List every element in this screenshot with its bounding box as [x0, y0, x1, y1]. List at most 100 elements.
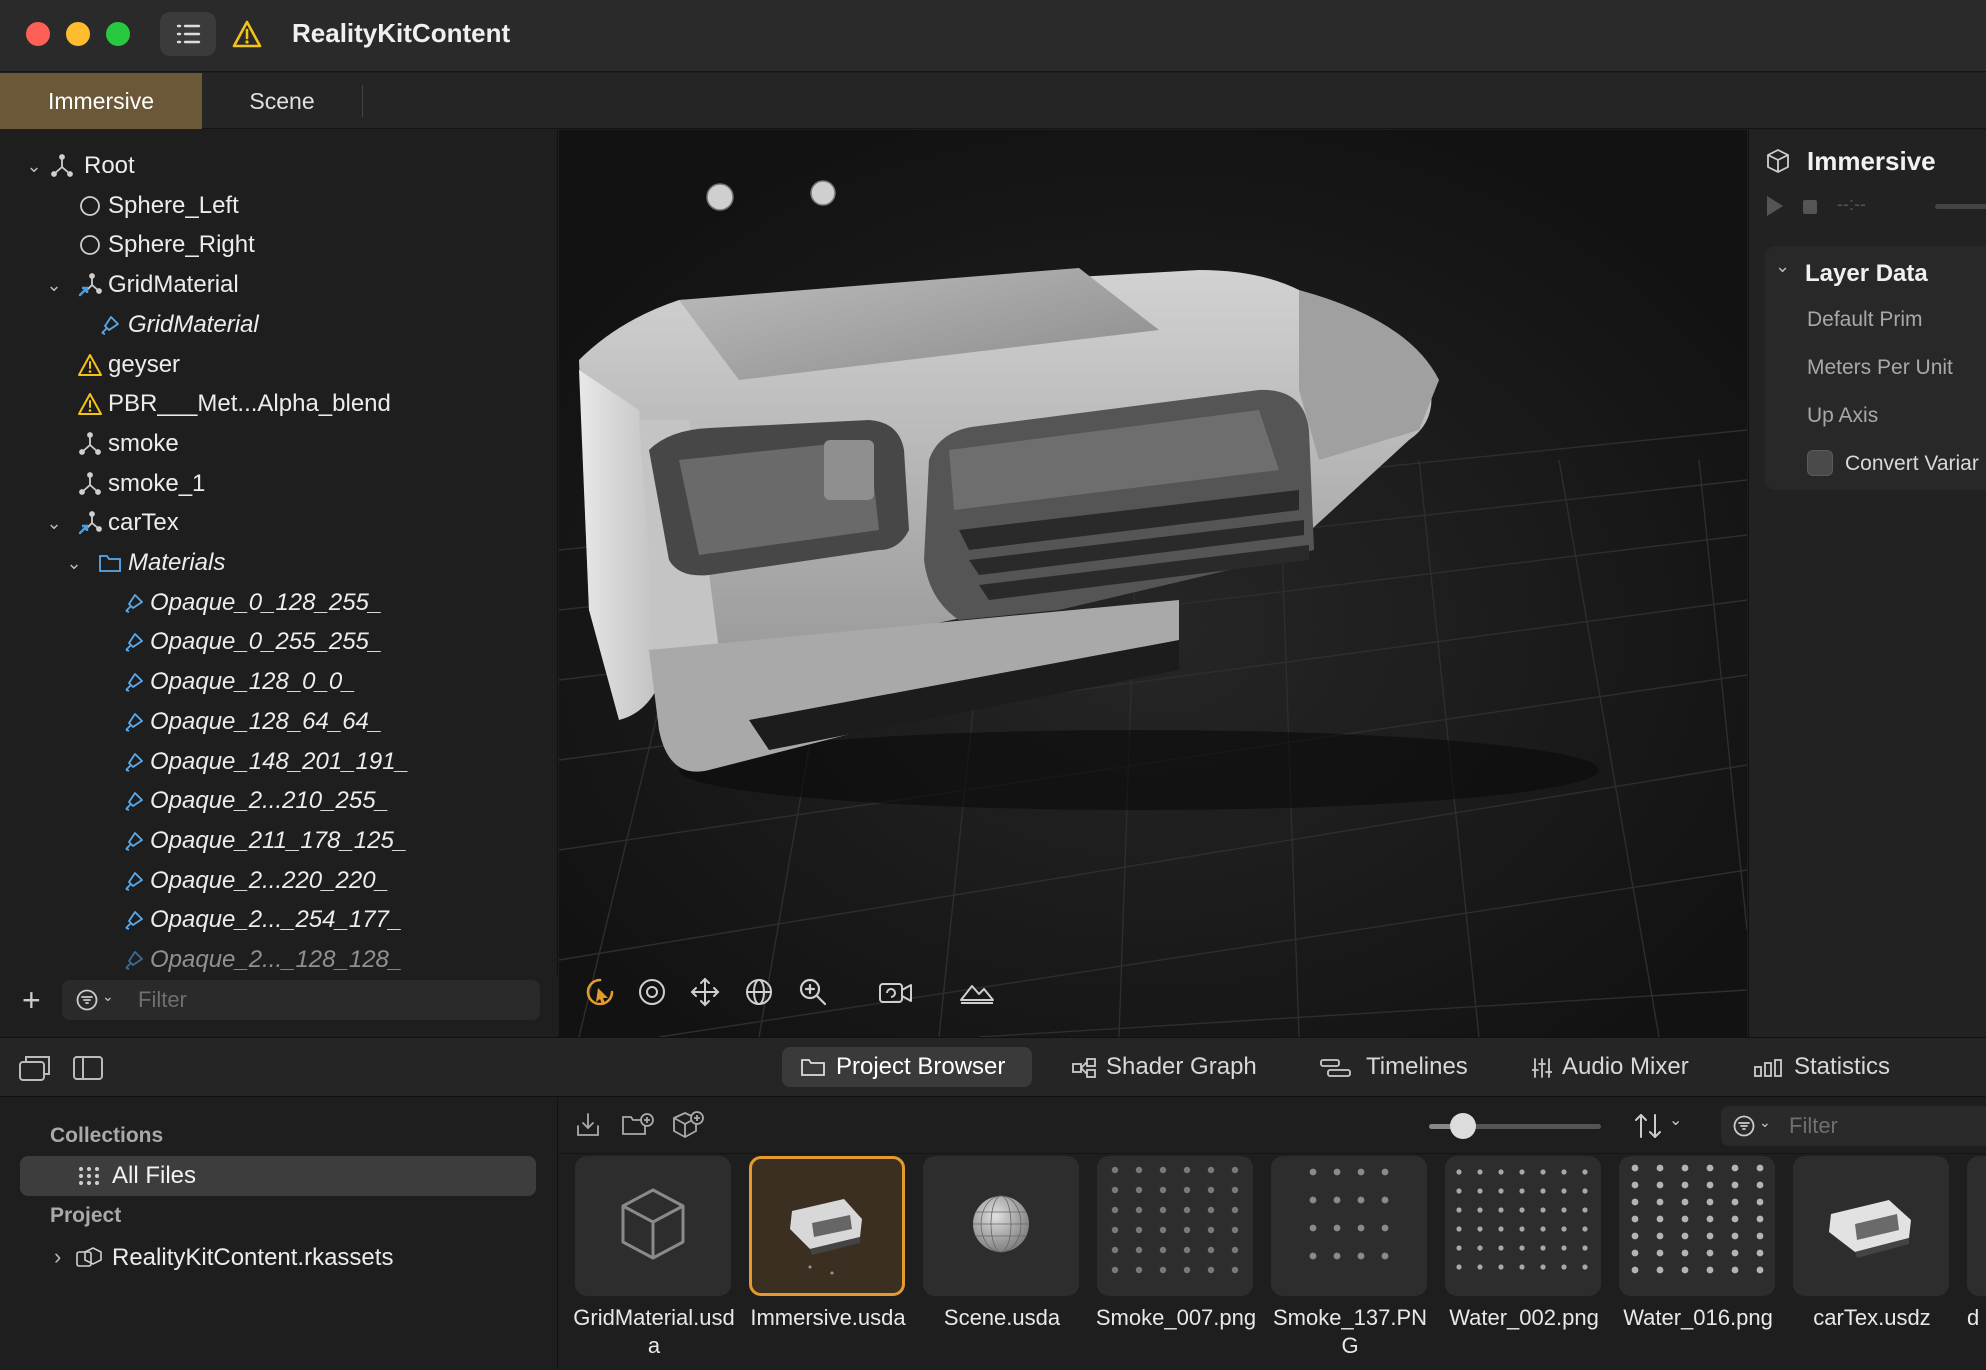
document-tab-bar: Immersive Scene	[0, 73, 1986, 129]
outliner-row[interactable]: Opaque_128_0_0_	[0, 662, 557, 702]
tab-shader-graph[interactable]: Shader Graph	[1072, 1047, 1272, 1087]
asset-tile-selected[interactable]: Immersive.usda	[749, 1156, 907, 1370]
rkassets-icon	[76, 1247, 102, 1267]
slider-knob[interactable]	[1450, 1113, 1477, 1139]
outliner-row[interactable]: Sphere_Right	[0, 225, 557, 265]
asset-tile[interactable]: carTex.usdz	[1793, 1156, 1951, 1370]
asset-thumbnail	[1967, 1156, 1986, 1296]
new-folder-icon[interactable]	[621, 1112, 655, 1138]
collections-heading: Collections	[50, 1124, 164, 1147]
select-tool-icon[interactable]	[584, 976, 616, 1008]
asset-tile[interactable]: Water_002.png	[1445, 1156, 1603, 1370]
chevron-down-icon[interactable]: ⌄	[44, 503, 64, 543]
car-thumbnail-icon	[1829, 1200, 1911, 1258]
zoom-tool-icon[interactable]	[797, 976, 829, 1008]
chevron-right-icon[interactable]: ›	[54, 1244, 61, 1270]
outliner-row[interactable]: ⌄ Materials	[0, 543, 557, 583]
asset-thumbnail	[1445, 1156, 1601, 1296]
outliner-row[interactable]: Opaque_0_128_255_	[0, 583, 557, 623]
chevron-down-icon[interactable]: ⌄	[1669, 1110, 1682, 1130]
rotate-tool-icon[interactable]	[743, 976, 775, 1008]
asset-tile[interactable]: Scene.usda	[923, 1156, 1081, 1370]
outliner-row[interactable]: smoke_1	[0, 464, 557, 504]
asset-tile[interactable]: Smoke_137.PNG	[1271, 1156, 1429, 1370]
outliner-row[interactable]: smoke	[0, 424, 557, 464]
move-tool-icon[interactable]	[689, 976, 721, 1008]
outliner-row[interactable]: Opaque_128_64_64_	[0, 702, 557, 742]
meters-per-unit-label: Meters Per Unit	[1807, 356, 1953, 379]
outliner-row[interactable]: Opaque_2...220_220_	[0, 861, 557, 901]
up-axis-label: Up Axis	[1807, 404, 1879, 427]
outliner-item-label: Sphere_Right	[108, 231, 255, 259]
outliner-item-label: Opaque_2...220_220_	[150, 866, 389, 894]
chevron-down-icon[interactable]: ⌄	[24, 146, 44, 186]
tab-timelines[interactable]: Timelines	[1320, 1047, 1480, 1087]
browser-filter-field[interactable]: ⌄ Filter	[1721, 1106, 1986, 1146]
viewport-scene	[559, 130, 1747, 1037]
orbit-tool-icon[interactable]	[636, 976, 668, 1008]
3d-viewport[interactable]	[559, 130, 1747, 1037]
sidebar-item-all-files[interactable]: All Files	[20, 1156, 536, 1196]
smoke-sprites-thumbnail-icon	[1111, 1166, 1239, 1274]
filter-icon[interactable]	[76, 989, 98, 1011]
tab-audio-mixer[interactable]: Audio Mixer	[1532, 1047, 1712, 1087]
outliner-row[interactable]: Opaque_148_201_191_	[0, 742, 557, 782]
timeline-scrubber[interactable]	[1935, 204, 1986, 209]
outliner-row[interactable]: Sphere_Left	[0, 186, 557, 226]
chevron-down-icon[interactable]: ⌄	[102, 988, 114, 1005]
asset-tile[interactable]: d	[1967, 1156, 1986, 1370]
add-scene-icon[interactable]	[671, 1110, 705, 1140]
outliner-item-label: smoke	[108, 429, 179, 457]
outliner-row[interactable]: Opaque_0_255_255_	[0, 622, 557, 662]
entity-icon	[51, 154, 73, 177]
windows-icon[interactable]	[18, 1054, 52, 1082]
stop-icon[interactable]	[1803, 200, 1817, 214]
tab-scene[interactable]: Scene	[202, 73, 362, 129]
outliner-row[interactable]: Opaque_211_178_125_	[0, 821, 557, 861]
convert-variants-checkbox[interactable]	[1807, 450, 1833, 476]
camera-icon[interactable]	[877, 976, 915, 1008]
zoom-window-button[interactable]	[106, 22, 130, 46]
asset-thumbnail	[923, 1156, 1079, 1296]
chevron-down-icon[interactable]: ⌄	[44, 265, 64, 305]
outliner-row[interactable]: geyser	[0, 345, 557, 385]
folder-icon	[801, 1059, 825, 1076]
play-icon[interactable]	[1767, 196, 1783, 216]
warning-icon[interactable]	[232, 20, 262, 48]
chevron-down-icon[interactable]: ⌄	[1775, 256, 1790, 277]
tab-immersive[interactable]: Immersive	[0, 73, 202, 129]
material-icon	[125, 871, 143, 891]
environment-icon[interactable]	[958, 976, 996, 1008]
tab-project-browser[interactable]: Project Browser	[782, 1047, 1032, 1087]
convert-variants-label: Convert Variar	[1845, 452, 1979, 475]
outliner-row[interactable]: ⌄ Root	[0, 146, 557, 186]
tab-statistics[interactable]: Statistics	[1754, 1047, 1914, 1087]
asset-tile[interactable]: GridMaterial.usda	[573, 1156, 735, 1370]
sort-icon[interactable]	[1633, 1112, 1665, 1140]
minimize-window-button[interactable]	[66, 22, 90, 46]
add-entity-button[interactable]: +	[22, 984, 41, 1016]
close-window-button[interactable]	[26, 22, 50, 46]
asset-name: d	[1967, 1305, 1980, 1330]
outliner-row[interactable]: Opaque_2..._254_177_	[0, 900, 557, 940]
sidebar-icon[interactable]	[72, 1054, 104, 1082]
thumbnail-size-slider[interactable]	[1429, 1113, 1601, 1139]
outliner-filter-field[interactable]: ⌄ Filter	[62, 980, 540, 1020]
outliner-row[interactable]: Opaque_2...210_255_	[0, 781, 557, 821]
outliner-row[interactable]: ⌄ carTex	[0, 503, 557, 543]
sidebar-item-label: All Files	[112, 1162, 197, 1189]
sidebar-item-rkassets[interactable]: › RealityKitContent.rkassets	[20, 1238, 536, 1278]
asset-tile[interactable]: Water_016.png	[1619, 1156, 1777, 1370]
layer-data-heading[interactable]: Layer Data	[1805, 260, 1928, 288]
chevron-down-icon[interactable]: ⌄	[1759, 1114, 1771, 1131]
outliner-row[interactable]: PBR___Met...Alpha_blend	[0, 384, 557, 424]
outliner-row[interactable]: Opaque_2..._128_128_	[0, 940, 557, 980]
toggle-navigator-button[interactable]	[160, 12, 216, 56]
chevron-down-icon[interactable]: ⌄	[64, 543, 84, 583]
material-icon	[125, 752, 143, 772]
outliner-row[interactable]: GridMaterial	[0, 305, 557, 345]
filter-icon[interactable]	[1733, 1115, 1755, 1137]
outliner-row[interactable]: ⌄ GridMaterial	[0, 265, 557, 305]
asset-tile[interactable]: Smoke_007.png	[1096, 1156, 1256, 1370]
import-icon[interactable]	[575, 1112, 601, 1138]
